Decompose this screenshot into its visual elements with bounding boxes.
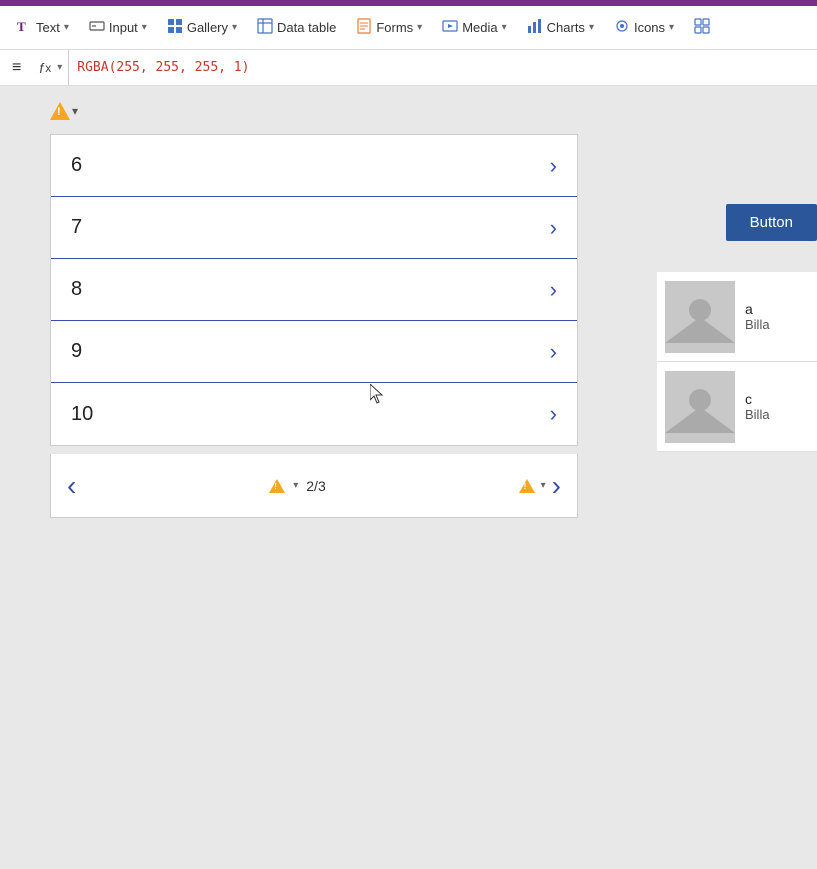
list-row-number-9: 9 [71, 340, 82, 363]
toolbar-gallery-chevron: ▾ [232, 22, 237, 33]
pagination-right-warning-icon [519, 479, 535, 493]
toolbar-icons-label: Icons [634, 20, 665, 35]
page-number-text: 2/3 [306, 478, 325, 494]
pagination-prev-button[interactable]: ‹ [67, 470, 76, 502]
canvas-area: ▾ 6 › 7 › 8 › 9 › 10 › ‹ ▾ 2/3 [0, 86, 817, 869]
datatable-icon [257, 18, 273, 37]
list-row[interactable]: 7 › [51, 197, 577, 259]
text-icon: T [16, 18, 32, 37]
list-row[interactable]: 6 › [51, 135, 577, 197]
toolbar-item-text[interactable]: T Text ▾ [8, 14, 77, 41]
components-icon [694, 18, 710, 37]
toolbar-text-chevron: ▾ [64, 22, 69, 33]
image-sublabel-c: Billa [745, 407, 770, 422]
media-icon [442, 18, 458, 37]
list-row-chevron-8: › [550, 277, 557, 303]
warning-control[interactable]: ▾ [50, 102, 78, 120]
toolbar-input-chevron: ▾ [142, 22, 147, 33]
image-item-text-c: c Billa [745, 391, 770, 422]
toolbar-item-icons[interactable]: Icons ▾ [606, 14, 682, 41]
pagination-warning-icon [269, 479, 285, 493]
pagination-warning-chevron[interactable]: ▾ [293, 480, 298, 491]
toolbar-datatable-label: Data table [277, 20, 336, 35]
menu-icon[interactable]: ≡ [8, 55, 25, 81]
formula-bar: ≡ f x ▾ RGBA(255, 255, 255, 1) [0, 50, 817, 86]
list-row-chevron-7: › [550, 215, 557, 241]
toolbar-forms-chevron: ▾ [417, 22, 422, 33]
pagination-right-area: ▾ › [519, 470, 561, 502]
list-row-number-6: 6 [71, 154, 82, 177]
list-row-number-8: 8 [71, 278, 82, 301]
toolbar-item-input[interactable]: Input ▾ [81, 14, 155, 41]
toolbar-item-forms[interactable]: Forms ▾ [348, 14, 430, 41]
image-thumbnail-c [665, 371, 735, 443]
list-container: 6 › 7 › 8 › 9 › 10 › [50, 134, 578, 446]
list-row-chevron-9: › [550, 339, 557, 365]
image-label-c: c [745, 391, 770, 407]
toolbar-input-label: Input [109, 20, 138, 35]
pagination-next-button[interactable]: › [552, 470, 561, 502]
formula-value[interactable]: RGBA(255, 255, 255, 1) [77, 60, 249, 75]
list-row-chevron-10: › [550, 401, 557, 427]
toolbar-item-media[interactable]: Media ▾ [434, 14, 514, 41]
toolbar-icons-chevron: ▾ [669, 22, 674, 33]
list-item[interactable]: a Billa [657, 272, 817, 362]
warning-triangle-icon [50, 102, 70, 120]
fx-chevron[interactable]: ▾ [57, 62, 62, 73]
pagination-right-warning-chevron[interactable]: ▾ [541, 480, 546, 491]
toolbar-item-charts[interactable]: Charts ▾ [519, 14, 602, 41]
toolbar-media-label: Media [462, 20, 497, 35]
toolbar-text-label: Text [36, 20, 60, 35]
toolbar: T Text ▾ Input ▾ Gallery ▾ Data table Fo… [0, 6, 817, 50]
list-row-chevron-6: › [550, 153, 557, 179]
image-list: a Billa c Billa [657, 272, 817, 452]
toolbar-media-chevron: ▾ [502, 22, 507, 33]
svg-text:T: T [17, 19, 26, 34]
list-item[interactable]: c Billa [657, 362, 817, 452]
list-row[interactable]: 8 › [51, 259, 577, 321]
input-icon [89, 18, 105, 37]
toolbar-item-datatable[interactable]: Data table [249, 14, 344, 41]
formula-fx-area[interactable]: f x ▾ [33, 50, 69, 85]
toolbar-charts-label: Charts [547, 20, 585, 35]
fx-x-label: x [45, 61, 51, 75]
toolbar-charts-chevron: ▾ [589, 22, 594, 33]
toolbar-item-components[interactable] [686, 14, 718, 41]
blue-button[interactable]: Button [726, 204, 817, 241]
icons-icon [614, 18, 630, 37]
toolbar-forms-label: Forms [376, 20, 413, 35]
warning-chevron[interactable]: ▾ [72, 104, 78, 118]
list-row[interactable]: 10 › [51, 383, 577, 445]
image-item-text-a: a Billa [745, 301, 770, 332]
image-sublabel-a: Billa [745, 317, 770, 332]
image-label-a: a [745, 301, 770, 317]
page-info: ▾ 2/3 [269, 478, 326, 494]
charts-icon [527, 18, 543, 37]
forms-icon [356, 18, 372, 37]
list-row-number-7: 7 [71, 216, 82, 239]
list-row-number-10: 10 [71, 403, 93, 426]
toolbar-gallery-label: Gallery [187, 20, 228, 35]
toolbar-item-gallery[interactable]: Gallery ▾ [159, 14, 245, 41]
pagination-bar: ‹ ▾ 2/3 ▾ › [50, 454, 578, 518]
image-thumbnail-a [665, 281, 735, 353]
gallery-icon [167, 18, 183, 37]
list-row[interactable]: 9 › [51, 321, 577, 383]
fx-label: f [39, 60, 43, 76]
